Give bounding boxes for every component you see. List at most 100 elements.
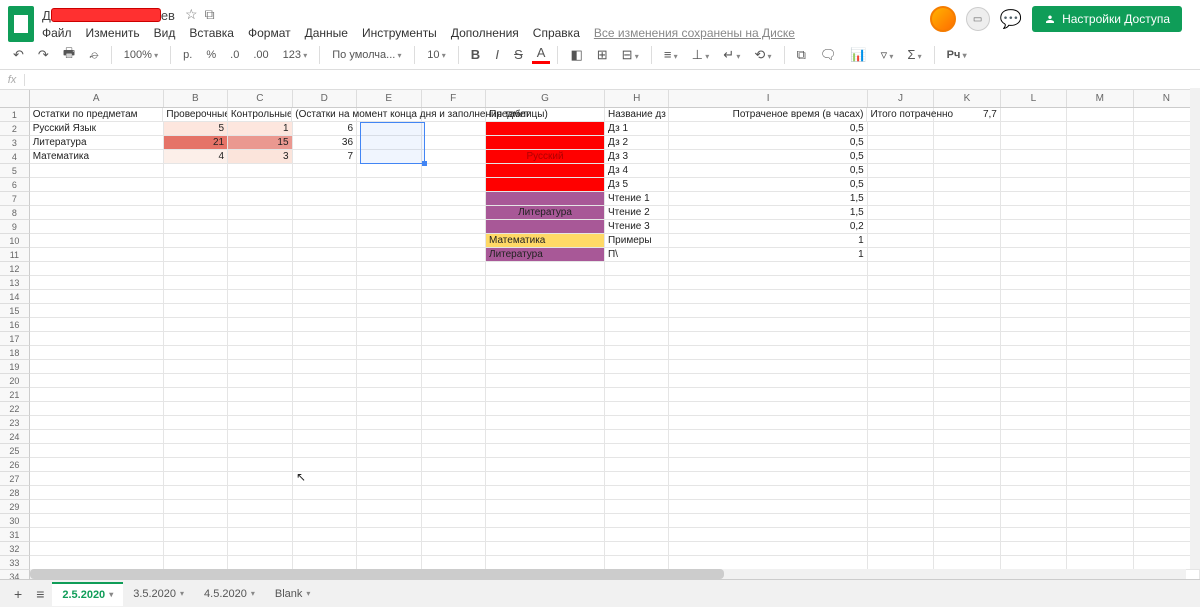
cell-J24[interactable] bbox=[868, 430, 934, 444]
col-header-E[interactable]: E bbox=[357, 90, 421, 107]
cell-M4[interactable] bbox=[1067, 150, 1133, 164]
cell-J30[interactable] bbox=[868, 514, 934, 528]
cell-M5[interactable] bbox=[1067, 164, 1133, 178]
cell-M29[interactable] bbox=[1067, 500, 1133, 514]
cell-J13[interactable] bbox=[868, 276, 934, 290]
cell-M27[interactable] bbox=[1067, 472, 1133, 486]
cell-K33[interactable] bbox=[934, 556, 1000, 570]
cell-H6[interactable]: Дз 5 bbox=[605, 178, 669, 192]
menu-data[interactable]: Данные bbox=[305, 26, 348, 40]
cell-J16[interactable] bbox=[868, 318, 934, 332]
cell-A8[interactable] bbox=[30, 206, 164, 220]
cell-F21[interactable] bbox=[422, 388, 486, 402]
menu-view[interactable]: Вид bbox=[154, 26, 176, 40]
cell-A31[interactable] bbox=[30, 528, 164, 542]
cell-B30[interactable] bbox=[164, 514, 228, 528]
cell-L5[interactable] bbox=[1001, 164, 1067, 178]
cell-B29[interactable] bbox=[164, 500, 228, 514]
cell-C26[interactable] bbox=[228, 458, 292, 472]
row-header-19[interactable]: 19 bbox=[0, 360, 30, 374]
cell-D25[interactable] bbox=[293, 444, 357, 458]
cell-F5[interactable] bbox=[422, 164, 486, 178]
menu-file[interactable]: Файл bbox=[42, 26, 72, 40]
cell-K18[interactable] bbox=[934, 346, 1000, 360]
cell-L24[interactable] bbox=[1001, 430, 1067, 444]
cell-I29[interactable] bbox=[669, 500, 867, 514]
cell-A19[interactable] bbox=[30, 360, 164, 374]
wrap-button[interactable]: ↵ bbox=[718, 44, 745, 66]
cell-L6[interactable] bbox=[1001, 178, 1067, 192]
cell-I24[interactable] bbox=[669, 430, 867, 444]
cell-B26[interactable] bbox=[164, 458, 228, 472]
cell-I17[interactable] bbox=[669, 332, 867, 346]
cell-F8[interactable] bbox=[422, 206, 486, 220]
cell-J15[interactable] bbox=[868, 304, 934, 318]
star-icon[interactable]: ☆ bbox=[185, 6, 198, 22]
cell-A24[interactable] bbox=[30, 430, 164, 444]
explore-button[interactable]: Рч bbox=[942, 46, 972, 64]
menu-tools[interactable]: Инструменты bbox=[362, 26, 437, 40]
col-header-F[interactable]: F bbox=[422, 90, 486, 107]
cell-K9[interactable] bbox=[934, 220, 1000, 234]
cell-G26[interactable] bbox=[486, 458, 605, 472]
cell-A23[interactable] bbox=[30, 416, 164, 430]
cell-A25[interactable] bbox=[30, 444, 164, 458]
cell-B22[interactable] bbox=[164, 402, 228, 416]
cell-D33[interactable] bbox=[293, 556, 357, 570]
cell-H5[interactable]: Дз 4 bbox=[605, 164, 669, 178]
cell-H14[interactable] bbox=[605, 290, 669, 304]
cell-H30[interactable] bbox=[605, 514, 669, 528]
cell-D31[interactable] bbox=[293, 528, 357, 542]
cell-C29[interactable] bbox=[228, 500, 292, 514]
cell-C10[interactable] bbox=[228, 234, 292, 248]
cell-F22[interactable] bbox=[422, 402, 486, 416]
cell-J6[interactable] bbox=[868, 178, 934, 192]
cell-A6[interactable] bbox=[30, 178, 164, 192]
cell-E24[interactable] bbox=[357, 430, 421, 444]
cell-H8[interactable]: Чтение 2 bbox=[605, 206, 669, 220]
col-header-A[interactable]: A bbox=[30, 90, 164, 107]
cell-F29[interactable] bbox=[422, 500, 486, 514]
cell-G28[interactable] bbox=[486, 486, 605, 500]
cell-L8[interactable] bbox=[1001, 206, 1067, 220]
cell-F13[interactable] bbox=[422, 276, 486, 290]
row-header-8[interactable]: 8 bbox=[0, 206, 30, 220]
cell-H2[interactable]: Дз 1 bbox=[605, 122, 669, 136]
cell-L31[interactable] bbox=[1001, 528, 1067, 542]
cell-C33[interactable] bbox=[228, 556, 292, 570]
cell-A13[interactable] bbox=[30, 276, 164, 290]
cell-C3[interactable]: 15 bbox=[228, 136, 292, 150]
cell-L11[interactable] bbox=[1001, 248, 1067, 262]
cell-H22[interactable] bbox=[605, 402, 669, 416]
cell-A7[interactable] bbox=[30, 192, 164, 206]
cell-K25[interactable] bbox=[934, 444, 1000, 458]
cell-G11[interactable]: Литература bbox=[486, 248, 605, 262]
col-header-D[interactable]: D bbox=[293, 90, 357, 107]
cell-L15[interactable] bbox=[1001, 304, 1067, 318]
cell-G3[interactable] bbox=[486, 136, 605, 150]
cell-M10[interactable] bbox=[1067, 234, 1133, 248]
cell-J33[interactable] bbox=[868, 556, 934, 570]
cell-F12[interactable] bbox=[422, 262, 486, 276]
cell-H28[interactable] bbox=[605, 486, 669, 500]
cell-F20[interactable] bbox=[422, 374, 486, 388]
cell-D7[interactable] bbox=[293, 192, 357, 206]
cell-A14[interactable] bbox=[30, 290, 164, 304]
cell-D11[interactable] bbox=[293, 248, 357, 262]
cell-H19[interactable] bbox=[605, 360, 669, 374]
cell-H20[interactable] bbox=[605, 374, 669, 388]
cell-M11[interactable] bbox=[1067, 248, 1133, 262]
share-button[interactable]: Настройки Доступа bbox=[1032, 6, 1182, 32]
cell-D18[interactable] bbox=[293, 346, 357, 360]
cell-F23[interactable] bbox=[422, 416, 486, 430]
halign-button[interactable]: ≡ bbox=[659, 44, 683, 65]
cell-D27[interactable] bbox=[293, 472, 357, 486]
cell-M16[interactable] bbox=[1067, 318, 1133, 332]
cell-M28[interactable] bbox=[1067, 486, 1133, 500]
cell-M14[interactable] bbox=[1067, 290, 1133, 304]
cell-G24[interactable] bbox=[486, 430, 605, 444]
cell-L28[interactable] bbox=[1001, 486, 1067, 500]
cell-J14[interactable] bbox=[868, 290, 934, 304]
cell-C31[interactable] bbox=[228, 528, 292, 542]
cell-F7[interactable] bbox=[422, 192, 486, 206]
